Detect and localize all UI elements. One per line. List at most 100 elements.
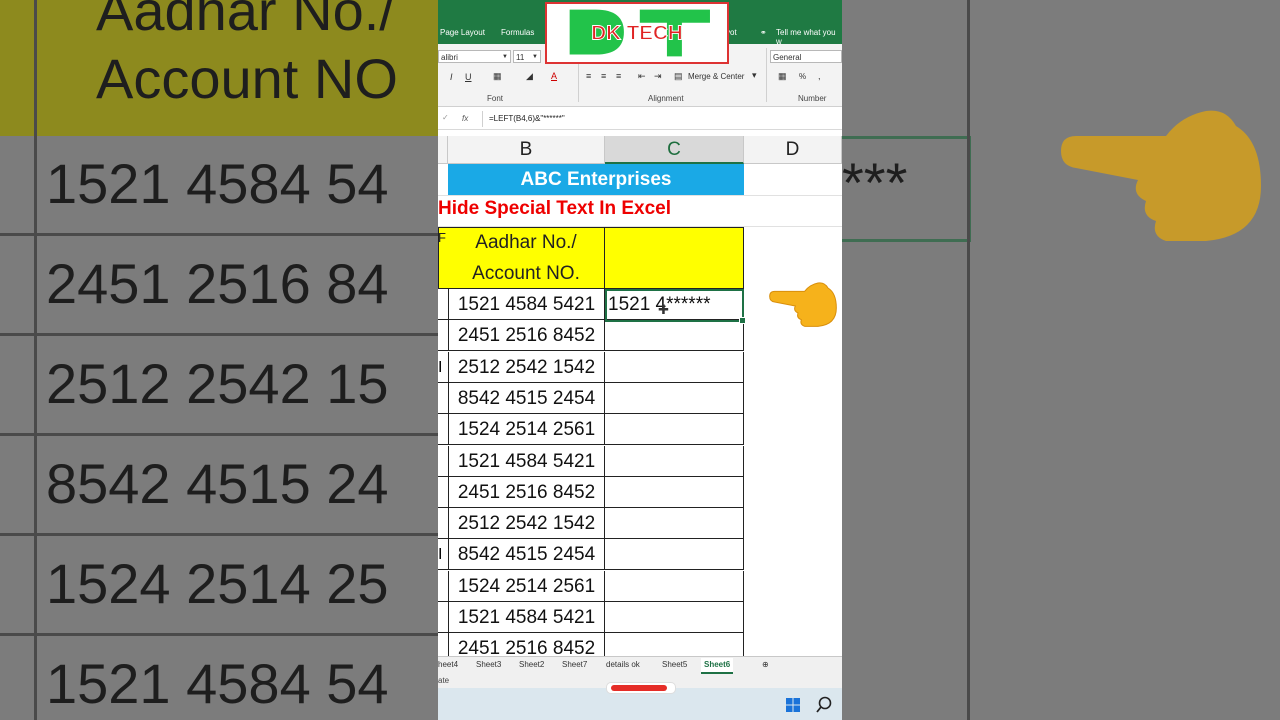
- header-cell-a[interactable]: F: [438, 230, 446, 245]
- borders-icon[interactable]: ▦: [493, 71, 502, 82]
- cell-c[interactable]: [605, 382, 744, 414]
- bg-row: 2451 2516 84: [0, 236, 438, 336]
- cell-c[interactable]: [605, 539, 744, 571]
- bg-masked-stars: ***: [842, 151, 908, 214]
- cell-b[interactable]: 2512 2542 1542: [448, 508, 605, 540]
- cell-a[interactable]: [438, 383, 448, 414]
- font-size-dropdown[interactable]: 11 ▼: [513, 50, 541, 63]
- cell-a[interactable]: [438, 414, 448, 445]
- cell-c[interactable]: [605, 445, 744, 477]
- cell-a[interactable]: [438, 602, 448, 633]
- font-name-dropdown[interactable]: alibri ▼: [438, 50, 511, 63]
- cell-b[interactable]: 2512 2542 1542: [448, 351, 605, 383]
- cell-c[interactable]: [605, 570, 744, 602]
- windows-start-icon[interactable]: [786, 698, 800, 712]
- subtitle-cell[interactable]: Hide Special Text In Excel: [438, 198, 671, 220]
- font-size-value: 11: [516, 53, 525, 62]
- fill-handle[interactable]: [739, 317, 746, 324]
- tab-page-layout[interactable]: Page Layout: [440, 28, 485, 37]
- column-header-c[interactable]: C: [605, 136, 744, 164]
- add-sheet-icon[interactable]: ⊕: [762, 660, 769, 669]
- formula-input[interactable]: =LEFT(B4,6)&"******": [482, 111, 842, 127]
- cell-c[interactable]: [605, 351, 744, 383]
- header-cell-b[interactable]: Aadhar No./ Account NO.: [448, 227, 605, 289]
- number-format-dropdown[interactable]: General: [770, 50, 842, 63]
- font-color-icon[interactable]: A: [551, 71, 557, 81]
- italic-icon[interactable]: I: [450, 72, 453, 82]
- currency-icon[interactable]: ▦: [778, 71, 787, 82]
- cell-a[interactable]: [438, 477, 448, 508]
- cell-b[interactable]: 8542 4515 2454: [448, 539, 605, 571]
- sheet-tab[interactable]: Sheet7: [562, 660, 587, 669]
- column-header-b[interactable]: B: [448, 136, 605, 164]
- table-row: I 2512 2542 1542: [438, 351, 744, 383]
- background-zoom-right: ***: [842, 0, 1280, 720]
- sheet-tab[interactable]: heet4: [438, 660, 458, 669]
- comma-icon[interactable]: ,: [818, 71, 821, 81]
- fill-color-icon[interactable]: ◢: [526, 71, 533, 82]
- increase-indent-icon[interactable]: ⇥: [654, 71, 662, 82]
- excel-window: Page Layout Formulas vot ⚭ Tell me what …: [438, 0, 842, 720]
- column-header-a[interactable]: [438, 136, 448, 164]
- decrease-indent-icon[interactable]: ⇤: [638, 71, 646, 82]
- cell-c[interactable]: [605, 414, 744, 446]
- check-icon[interactable]: ✓: [442, 113, 449, 122]
- logo-text: DK TECH: [591, 22, 682, 45]
- table-row: 2451 2516 8452: [438, 320, 744, 352]
- align-center-icon[interactable]: ≡: [601, 71, 606, 81]
- dk-tech-logo: DK TECH: [545, 2, 729, 64]
- sheet-tab[interactable]: details ok: [606, 660, 640, 669]
- divider: [766, 48, 767, 102]
- cell-a[interactable]: [438, 446, 448, 477]
- cell-c[interactable]: [605, 508, 744, 540]
- align-right-icon[interactable]: ≡: [616, 71, 621, 81]
- pointing-hand-icon: [1061, 110, 1261, 241]
- cell-b[interactable]: 1521 4584 5421: [448, 445, 605, 477]
- cell-b[interactable]: 1521 4584 5421: [448, 289, 605, 320]
- cell-b[interactable]: 1524 2514 2561: [448, 414, 605, 446]
- cell-b[interactable]: 2451 2516 8452: [448, 476, 605, 508]
- bg-row: 1524 2514 25: [0, 536, 438, 636]
- align-left-icon[interactable]: ≡: [586, 71, 591, 81]
- table-row: I 8542 4515 2454: [438, 539, 744, 571]
- sheet-tab-bar: heet4 Sheet3 Sheet2 Sheet7 details ok Sheet5 S…: [438, 656, 842, 675]
- cell-c[interactable]: [605, 602, 744, 633]
- sheet-tab[interactable]: Sheet6: [701, 658, 734, 674]
- cell-a[interactable]: [438, 508, 448, 539]
- cell-c[interactable]: [605, 476, 744, 508]
- cell-a[interactable]: I: [438, 539, 448, 570]
- cell-b[interactable]: 8542 4515 2454: [448, 382, 605, 414]
- merge-center-button[interactable]: Merge & Center: [688, 72, 744, 81]
- search-icon[interactable]: [816, 696, 832, 714]
- bg-divider: [967, 0, 970, 720]
- company-title-cell[interactable]: ABC Enterprises: [448, 164, 744, 195]
- cursor-icon: ✚: [658, 302, 669, 317]
- cell-a[interactable]: [438, 571, 448, 602]
- cell-a[interactable]: I: [438, 352, 448, 383]
- cell-c[interactable]: [605, 320, 744, 352]
- cell-a[interactable]: [438, 320, 448, 351]
- formula-bar: ✓ fx =LEFT(B4,6)&"******": [438, 110, 842, 130]
- header-line-1: Aadhar No./: [475, 232, 577, 253]
- bg-row: 2512 2542 15: [0, 336, 438, 436]
- sheet-tab[interactable]: Sheet5: [662, 660, 687, 669]
- sheet-tab[interactable]: Sheet3: [476, 660, 501, 669]
- table-row: 1521 4584 5421: [438, 445, 744, 477]
- bg-header-line2: Account NO: [96, 47, 398, 110]
- chevron-down-icon[interactable]: ▾: [752, 70, 757, 81]
- column-header-d[interactable]: D: [744, 136, 842, 164]
- percent-button[interactable]: %: [799, 72, 806, 81]
- cell-a[interactable]: [438, 289, 448, 320]
- active-cell-c4[interactable]: [605, 289, 746, 324]
- merge-icon[interactable]: ▤: [674, 71, 683, 82]
- underline-icon[interactable]: U: [465, 72, 472, 82]
- gridline: [438, 195, 842, 196]
- background-zoom-left: Aadhar No./ Account NO 1521 4584 54 2451 …: [0, 0, 438, 720]
- cell-b[interactable]: 2451 2516 8452: [448, 320, 605, 352]
- table-row: 8542 4515 2454: [438, 382, 744, 414]
- tab-formulas[interactable]: Formulas: [501, 28, 534, 37]
- cell-b[interactable]: 1524 2514 2561: [448, 570, 605, 602]
- fx-icon[interactable]: fx: [462, 114, 468, 123]
- sheet-tab[interactable]: Sheet2: [519, 660, 544, 669]
- cell-b[interactable]: 1521 4584 5421: [448, 602, 605, 633]
